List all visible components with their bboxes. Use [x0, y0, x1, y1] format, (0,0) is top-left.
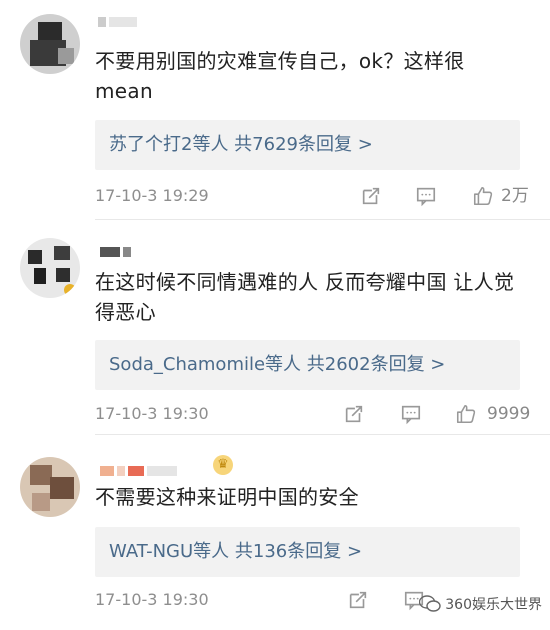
username-blurred[interactable] — [100, 461, 180, 476]
comment-meta: 17-10-3 19:29 2万 — [95, 181, 535, 211]
username-blurred[interactable] — [100, 242, 134, 257]
share-icon[interactable] — [360, 185, 382, 207]
comment-timestamp: 17-10-3 19:30 — [95, 404, 209, 423]
comment-item: 不要用别国的灾难宣传自己，ok？这样很mean 苏了个打2等人 共7629条回复… — [0, 0, 550, 220]
avatar[interactable] — [20, 238, 80, 298]
comment-timestamp: 17-10-3 19:29 — [95, 186, 209, 205]
comment-text: 不要用别国的灾难宣传自己，ok？这样很mean — [95, 49, 465, 103]
like-count: 9999 — [487, 404, 531, 424]
watermark-text: 360娱乐大世界 — [445, 597, 542, 613]
vip-badge-icon: ♛ — [213, 455, 233, 475]
reply-summary-text: 苏了个打2等人 共7629条回复 > — [109, 134, 373, 155]
reply-summary-text: WAT-NGU等人 共136条回复 > — [109, 541, 363, 562]
comment-item: 在这时候不同情遇难的人 反而夸耀中国 让人觉得恶心 Soda_Chamomile… — [0, 220, 550, 435]
like-icon[interactable] — [455, 403, 477, 425]
reply-summary-link[interactable]: Soda_Chamomile等人 共2602条回复 > — [95, 340, 520, 390]
comment-timestamp: 17-10-3 19:30 — [95, 590, 209, 609]
comment-text: 在这时候不同情遇难的人 反而夸耀中国 让人觉得恶心 — [95, 270, 515, 324]
like-count: 2万 — [501, 186, 529, 206]
share-icon[interactable] — [347, 589, 369, 611]
comment-icon[interactable] — [400, 403, 422, 425]
comment-text: 不需要这种来证明中国的安全 — [95, 485, 359, 509]
avatar[interactable] — [20, 14, 80, 74]
avatar[interactable] — [20, 457, 80, 517]
reply-summary-link[interactable]: 苏了个打2等人 共7629条回复 > — [95, 120, 520, 170]
comment-icon[interactable] — [415, 185, 437, 207]
reply-summary-link[interactable]: WAT-NGU等人 共136条回复 > — [95, 527, 520, 577]
reply-summary-text: Soda_Chamomile等人 共2602条回复 > — [109, 354, 446, 375]
watermark: 360娱乐大世界 — [419, 594, 542, 614]
like-icon[interactable] — [472, 185, 494, 207]
username-blurred[interactable] — [98, 12, 140, 27]
wechat-logo-icon — [419, 595, 441, 612]
share-icon[interactable] — [343, 403, 365, 425]
comment-meta: 17-10-3 19:30 9999 — [95, 399, 535, 429]
